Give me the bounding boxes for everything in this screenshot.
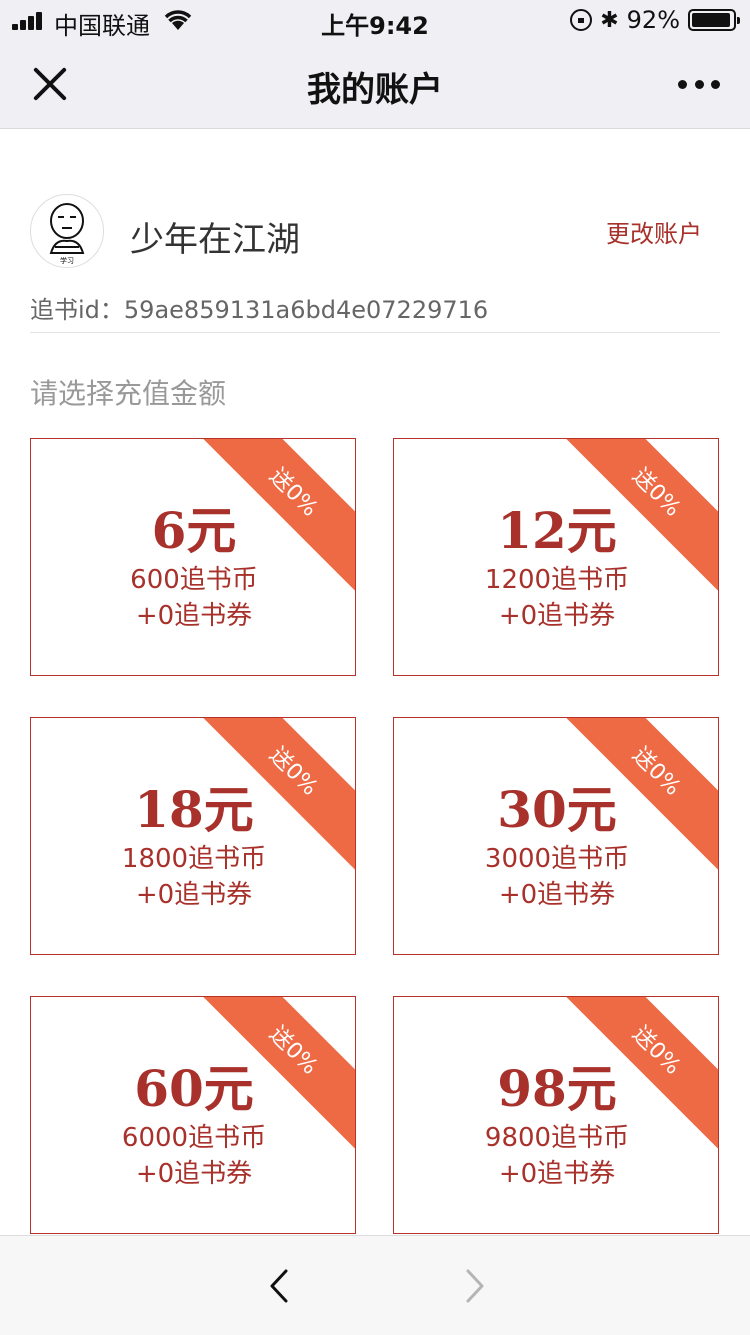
recharge-option-12[interactable]: 送0% 12元 1200追书币 +0追书券	[393, 438, 719, 676]
recharge-prompt: 请选择充值金额	[30, 377, 227, 410]
back-arrow-icon[interactable]	[262, 1268, 298, 1304]
vouchers-label: +0追书券	[135, 1159, 253, 1189]
coins-label: 1800追书币	[121, 844, 267, 874]
username: 少年在江湖	[130, 220, 300, 260]
page-title: 我的账户	[307, 70, 443, 110]
top-bar: 中国联通 上午9:42 ✱ 92% 我的账户	[0, 0, 750, 129]
coins-label: 3000追书币	[484, 844, 630, 874]
coins-label: 6000追书币	[121, 1123, 267, 1153]
vouchers-label: +0追书券	[135, 880, 253, 910]
nav-bar: 我的账户	[0, 40, 750, 128]
recharge-option-6[interactable]: 送0% 6元 600追书币 +0追书券	[30, 438, 356, 676]
price-label: 98元	[497, 1059, 617, 1118]
user-id-label: 追书id：	[30, 296, 124, 324]
price-label: 30元	[497, 780, 617, 839]
vouchers-label: +0追书券	[135, 601, 253, 631]
price-label: 12元	[497, 501, 617, 560]
bluetooth-icon: ✱	[600, 7, 619, 33]
battery-icon	[688, 9, 740, 31]
coins-label: 9800追书币	[484, 1123, 630, 1153]
user-id-value: 59ae859131a6bd4e07229716	[123, 296, 489, 324]
change-account-link[interactable]: 更改账户	[606, 214, 702, 249]
battery-percent: 92%	[626, 6, 680, 34]
vouchers-label: +0追书券	[498, 601, 616, 631]
price-label: 18元	[134, 780, 254, 839]
svg-text:学习: 学习	[60, 256, 74, 265]
recharge-option-60[interactable]: 送0% 60元 6000追书币 +0追书券	[30, 996, 356, 1234]
status-bar: 中国联通 上午9:42 ✱ 92%	[0, 0, 750, 40]
bottom-toolbar	[0, 1235, 750, 1335]
vouchers-label: +0追书券	[498, 1159, 616, 1189]
divider	[30, 332, 720, 333]
price-label: 60元	[134, 1059, 254, 1118]
status-right: ✱ 92%	[570, 6, 740, 34]
coins-label: 1200追书币	[484, 565, 630, 595]
price-label: 6元	[151, 501, 237, 560]
recharge-option-18[interactable]: 送0% 18元 1800追书币 +0追书券	[30, 717, 356, 955]
recharge-option-98[interactable]: 送0% 98元 9800追书币 +0追书券	[393, 996, 719, 1234]
orientation-lock-icon	[570, 9, 593, 31]
forward-arrow-icon[interactable]	[456, 1268, 492, 1304]
more-icon[interactable]	[678, 80, 720, 90]
avatar-face-icon: 学习	[49, 203, 85, 265]
avatar: 学习	[30, 194, 104, 268]
user-id: 追书id：59ae859131a6bd4e07229716	[30, 290, 488, 325]
coins-label: 600追书币	[130, 565, 258, 595]
vouchers-label: +0追书券	[498, 880, 616, 910]
recharge-option-30[interactable]: 送0% 30元 3000追书币 +0追书券	[393, 717, 719, 955]
